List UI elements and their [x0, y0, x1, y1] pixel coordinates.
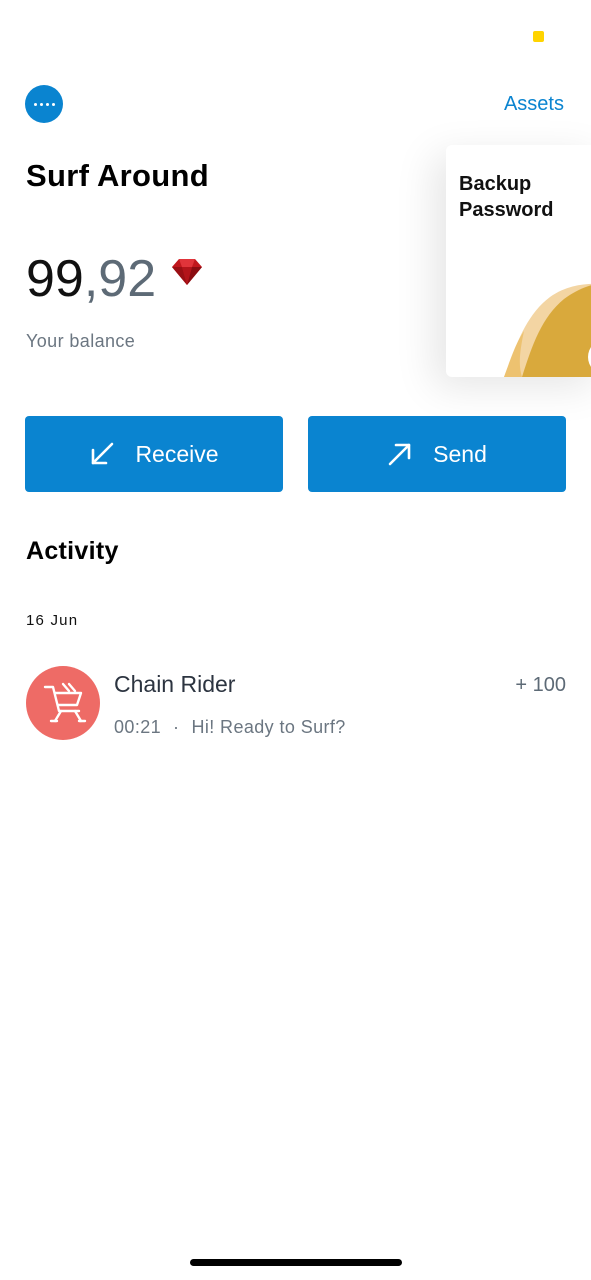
activity-item-meta: 00:21 · Hi! Ready to Surf? — [114, 717, 346, 738]
home-indicator[interactable] — [190, 1259, 402, 1266]
activity-item[interactable]: Chain Rider + 100 00:21 · Hi! Ready to Sur… — [26, 666, 566, 742]
send-button[interactable]: Send — [308, 416, 566, 492]
activity-item-name: Chain Rider — [114, 671, 236, 697]
arrow-up-right-icon — [388, 443, 411, 466]
receive-button[interactable]: Receive — [25, 416, 283, 492]
activity-item-message: Hi! Ready to Surf? — [191, 717, 346, 737]
ruby-gem-icon — [172, 259, 203, 285]
receive-label: Receive — [135, 440, 219, 467]
more-dot — [51, 102, 55, 106]
activity-title: Activity — [26, 537, 119, 565]
activity-date-header: 16 Jun — [26, 612, 79, 629]
status-indicator — [533, 31, 544, 42]
shopping-cart-icon — [43, 682, 87, 723]
arrow-down-left-icon — [92, 442, 114, 465]
more-horizontal-icon — [33, 102, 37, 106]
send-label: Send — [433, 440, 487, 467]
balance-integer: 99 — [26, 250, 84, 308]
balance-amount: 99 ,92 — [26, 248, 203, 310]
assets-link[interactable]: Assets — [504, 93, 564, 116]
account-title: Surf Around — [26, 158, 209, 193]
meta-separator: · — [173, 717, 180, 737]
activity-item-time: 00:21 — [114, 717, 162, 737]
more-dot — [39, 102, 43, 106]
menu-button[interactable] — [25, 85, 63, 123]
backup-password-card[interactable]: Backup Password — [446, 145, 591, 377]
more-dot — [45, 102, 49, 106]
balance-decimal: ,92 — [83, 250, 157, 308]
balance-label: Your balance — [26, 331, 136, 351]
avatar — [26, 666, 100, 740]
backup-card-title: Backup Password — [459, 173, 554, 221]
activity-item-amount: + 100 — [515, 674, 566, 696]
